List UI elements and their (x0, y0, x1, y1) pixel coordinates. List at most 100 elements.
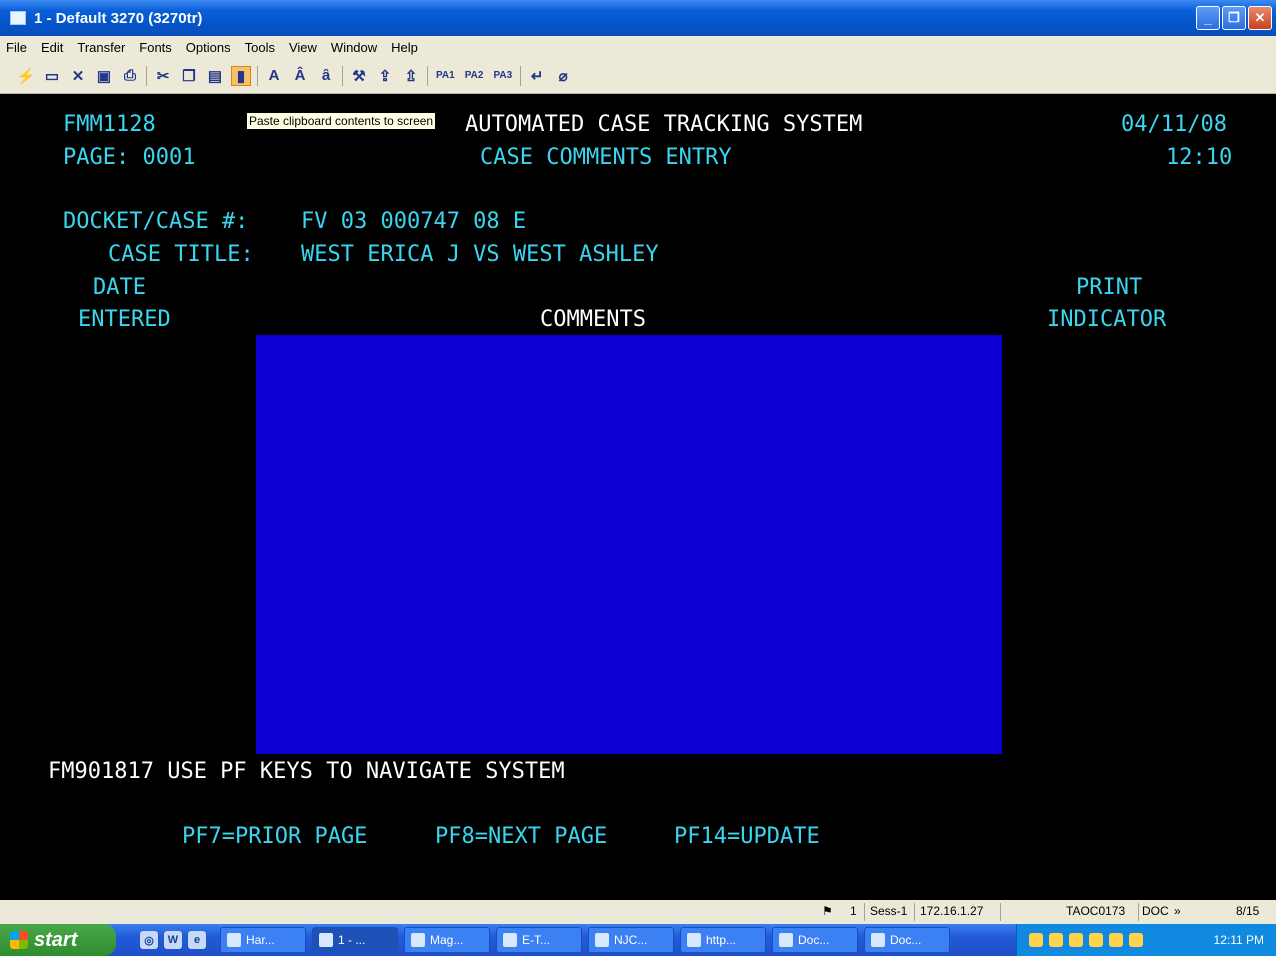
quick-launch-app-icon[interactable]: ◎ (140, 931, 158, 949)
word-icon (503, 933, 517, 947)
ie-icon[interactable]: e (188, 931, 206, 949)
menu-edit[interactable]: Edit (41, 40, 63, 55)
screen-title: CASE COMMENTS ENTRY (480, 145, 732, 170)
taskbar-item[interactable]: E-T... (496, 927, 582, 953)
screen-time: 12:10 (1166, 145, 1233, 170)
taskbar-item-label: Doc... (890, 933, 922, 947)
mode-indicator: DOC (1142, 904, 1169, 918)
word-icon (779, 933, 793, 947)
tray-icon[interactable] (1109, 933, 1123, 947)
taskbar-item[interactable]: Doc... (772, 927, 858, 953)
case-title-value: WEST ERICA J VS WEST ASHLEY (301, 242, 659, 267)
print-icon[interactable]: ⎙ (120, 66, 140, 86)
font-icon[interactable]: A (264, 66, 284, 86)
start-button[interactable]: start (0, 924, 116, 956)
tray-icon[interactable] (1029, 933, 1043, 947)
toolbar-separator (427, 65, 428, 86)
tools-icon[interactable]: ⚒ (349, 66, 369, 86)
window-title-bar: 1 - Default 3270 (3270tr) _ ❐ ✕ (0, 0, 1276, 36)
send-file-icon[interactable]: ⇪ (375, 66, 395, 86)
comments-input-field[interactable] (256, 335, 1002, 754)
tray-icon[interactable] (1049, 933, 1063, 947)
receive-file-icon[interactable]: ⇫ (401, 66, 421, 86)
app-icon (319, 933, 333, 947)
session-status-icon: ⚑ (822, 904, 833, 918)
copy-icon[interactable]: ❐ (179, 66, 199, 86)
menu-options[interactable]: Options (186, 40, 231, 55)
menu-view[interactable]: View (289, 40, 317, 55)
taskbar-item-label: 1 - ... (338, 933, 366, 947)
connect-icon[interactable]: ⚡ (16, 66, 36, 86)
save-icon[interactable]: ▣ (94, 66, 114, 86)
close-button[interactable]: ✕ (1248, 6, 1272, 30)
cursor-position: 8/15 (1236, 904, 1260, 918)
enter-icon[interactable]: ↵ (527, 66, 547, 86)
docket-label: DOCKET/CASE #: (63, 209, 249, 234)
print-screen-icon[interactable]: ▭ (42, 66, 62, 86)
docket-value: FV 03 000747 08 E (301, 209, 527, 234)
disconnect-icon[interactable]: ✕ (68, 66, 88, 86)
window-title: 1 - Default 3270 (3270tr) (34, 9, 203, 27)
taskbar-item[interactable]: Doc... (864, 927, 950, 953)
clear-icon[interactable]: ⌀ (553, 66, 573, 86)
toolbar: ⚡ ▭ ✕ ▣ ⎙ ✂ ❐ ▤ ▮ A Â ȃ ⚒ ⇪ ⇫ PA1 PA2 PA… (0, 58, 1276, 94)
host-ip: 172.16.1.27 (920, 904, 984, 918)
more-indicator[interactable]: » (1174, 904, 1181, 918)
tray-icon[interactable] (1129, 933, 1143, 947)
paste-tooltip: Paste clipboard contents to screen (246, 112, 437, 130)
system-tray: 12:11 PM (1016, 924, 1276, 956)
cut-icon[interactable]: ✂ (153, 66, 173, 86)
session-name: Sess-1 (870, 904, 908, 918)
restore-button[interactable]: ❐ (1222, 6, 1246, 30)
menu-tools[interactable]: Tools (245, 40, 275, 55)
pa2-button[interactable]: PA2 (463, 66, 486, 86)
app-icon (10, 11, 26, 25)
menu-fonts[interactable]: Fonts (139, 40, 172, 55)
column-print-header: PRINT (1076, 275, 1143, 300)
taskbar-item-label: http... (706, 933, 737, 947)
page-number: PAGE: 0001 (63, 145, 196, 170)
status-separator (864, 903, 865, 921)
taskbar-item[interactable]: Har... (220, 927, 306, 953)
tray-icon[interactable] (1089, 933, 1103, 947)
session-number: 1 (850, 904, 857, 918)
app-icon (227, 933, 241, 947)
taskbar-item-label: Har... (246, 933, 275, 947)
pa3-button[interactable]: PA3 (491, 66, 514, 86)
toolbar-separator (342, 65, 343, 86)
minimize-button[interactable]: _ (1196, 6, 1220, 30)
menu-bar: File Edit Transfer Fonts Options Tools V… (0, 36, 1276, 58)
ie-icon (595, 933, 609, 947)
taskbar-item-label: Mag... (430, 933, 464, 947)
toolbar-separator (520, 65, 522, 86)
system-clock[interactable]: 12:11 PM (1214, 933, 1264, 947)
ie-icon (411, 933, 425, 947)
status-bar: ⚑ 1 Sess-1 172.16.1.27 TAOC0173 DOC » 8/… (0, 900, 1276, 924)
menu-window[interactable]: Window (331, 40, 377, 55)
pa1-button[interactable]: PA1 (434, 66, 457, 86)
taskbar-item[interactable]: http... (680, 927, 766, 953)
word-icon[interactable]: W (164, 931, 182, 949)
menu-file[interactable]: File (6, 40, 27, 55)
quick-launch: ◎ W e (140, 931, 206, 949)
screen-date: 04/11/08 (1121, 112, 1227, 137)
taskbar-item[interactable]: Mag... (404, 927, 490, 953)
menu-transfer[interactable]: Transfer (77, 40, 125, 55)
tray-icon[interactable] (1069, 933, 1083, 947)
system-title: AUTOMATED CASE TRACKING SYSTEM (465, 112, 863, 137)
menu-help[interactable]: Help (391, 40, 418, 55)
column-date-header: DATE (93, 275, 146, 300)
terminal-screen[interactable]: FMM1128 AUTOMATED CASE TRACKING SYSTEM 0… (8, 94, 1276, 900)
taskbar-item[interactable]: NJC... (588, 927, 674, 953)
pf7-key-label: PF7=PRIOR PAGE (182, 824, 368, 849)
column-comments-header: COMMENTS (540, 307, 646, 332)
taskbar-item-active[interactable]: 1 - ... (312, 927, 398, 953)
taskbar-item-label: E-T... (522, 933, 551, 947)
paste-to-screen-icon[interactable]: ▮ (231, 65, 251, 86)
font-larger-icon[interactable]: Â (290, 66, 310, 86)
column-indicator-header: INDICATOR (1047, 307, 1167, 332)
ie-icon (687, 933, 701, 947)
start-label: start (34, 928, 78, 951)
font-smaller-icon[interactable]: ȃ (316, 66, 336, 86)
paste-icon[interactable]: ▤ (205, 66, 225, 86)
